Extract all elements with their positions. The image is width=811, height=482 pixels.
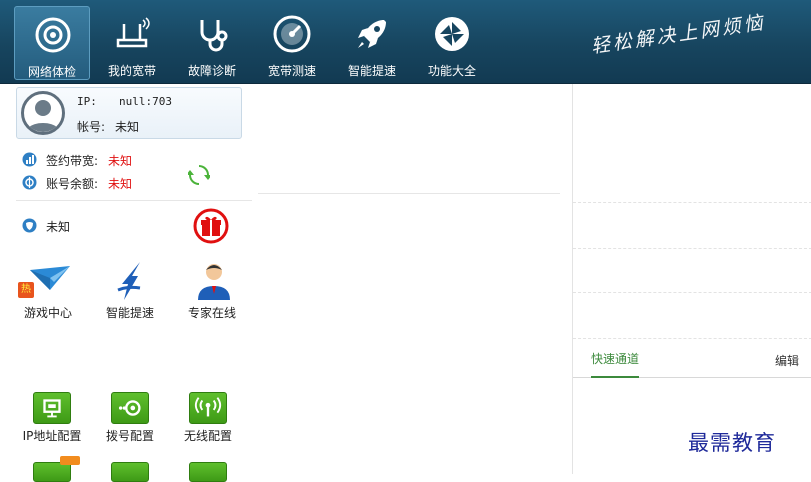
watermark-text: 最需教育 (688, 431, 776, 455)
edit-button[interactable]: 编辑 (775, 352, 799, 369)
divider (573, 248, 811, 249)
wireless-config-button[interactable] (189, 392, 227, 424)
nav-smart-speedup[interactable]: 智能提速 (334, 6, 410, 80)
expert-person-icon (198, 264, 230, 300)
nav-network-check[interactable]: 网络体检 (14, 6, 90, 80)
ip-value: null:703 (119, 95, 172, 108)
divider (573, 292, 811, 293)
rocket-icon (358, 20, 386, 48)
nav-my-broadband[interactable]: 我的宽带 (94, 6, 170, 80)
nav-all-features[interactable]: 功能大全 (414, 6, 490, 80)
smart-speedup-label: 智能提速 (105, 306, 154, 320)
ip-label: IP: (77, 95, 97, 108)
nav-all-features-label: 功能大全 (427, 64, 476, 78)
new-badge (60, 456, 80, 465)
user-avatar-icon (27, 100, 59, 132)
router-icon (116, 17, 150, 48)
ip-config-label: IP地址配置 (22, 429, 82, 443)
hot-badge: 热 (18, 282, 34, 298)
account-value: 未知 (115, 120, 140, 134)
nav-fault-diagnosis[interactable]: 故障诊断 (174, 6, 250, 80)
app-grid-icon (435, 17, 469, 51)
balance-label: 账号余额: (46, 177, 99, 191)
nav-speed-test[interactable]: 宽带测速 (254, 6, 330, 80)
main-toolbar: 网络体检 我的宽带 故障诊断 宽带测速 智能提速 功能大全 轻松解决上网烦恼 (0, 0, 811, 84)
game-center-label: 游戏中心 (23, 306, 72, 320)
nav-speed-test-label: 宽带测速 (267, 64, 316, 78)
paper-plane-icon (30, 266, 70, 290)
right-panel: 快速通道 编辑 (572, 84, 811, 474)
bandwidth-value: 未知 (108, 154, 133, 168)
tab-quick-access[interactable]: 快速通道 (591, 350, 640, 378)
nav-my-broadband-label: 我的宽带 (107, 64, 156, 78)
dialup-config-label: 拨号配置 (105, 429, 154, 443)
divider (16, 200, 252, 201)
wifi-icon (194, 397, 222, 417)
divider (573, 202, 811, 203)
nav-smart-speedup-label: 智能提速 (347, 64, 396, 78)
monitor-icon (43, 399, 61, 418)
stethoscope-icon (200, 20, 228, 52)
dialup-icon (118, 400, 141, 416)
ip-config-button[interactable] (33, 392, 71, 424)
dialup-config-button[interactable] (111, 392, 149, 424)
expert-online-label: 专家在线 (187, 306, 236, 320)
user-card: IP: null:703 帐号: 未知 (16, 87, 242, 139)
bandwidth-icon (22, 152, 37, 167)
slogan-text: 轻松解决上网烦恼 (589, 11, 768, 58)
refresh-icon[interactable] (188, 164, 210, 186)
gift-icon[interactable] (193, 208, 229, 244)
left-panel: IP: null:703 帐号: 未知 签约带宽: 未知 账号余额: 未知 未知… (0, 84, 572, 482)
balance-value: 未知 (108, 177, 133, 191)
quick-access-tabs: 快速通道 编辑 (573, 338, 811, 378)
speed-arrow-icon (117, 262, 141, 300)
divider (258, 193, 560, 194)
nav-fault-diagnosis-label: 故障诊断 (187, 64, 236, 78)
nav-network-check-label: 网络体检 (27, 65, 76, 79)
account-label: 帐号: (77, 120, 106, 134)
bandwidth-label: 签约带宽: (46, 154, 99, 168)
target-icon (35, 17, 71, 53)
shield-icon (22, 218, 37, 233)
wireless-config-label: 无线配置 (183, 429, 232, 443)
tool-button-partial[interactable] (33, 462, 71, 482)
avatar (21, 91, 65, 135)
tool-button-partial[interactable] (189, 462, 227, 482)
speedometer-icon (273, 15, 311, 53)
status-value: 未知 (46, 220, 71, 234)
tool-button-partial[interactable] (111, 462, 149, 482)
balance-icon (22, 175, 37, 190)
